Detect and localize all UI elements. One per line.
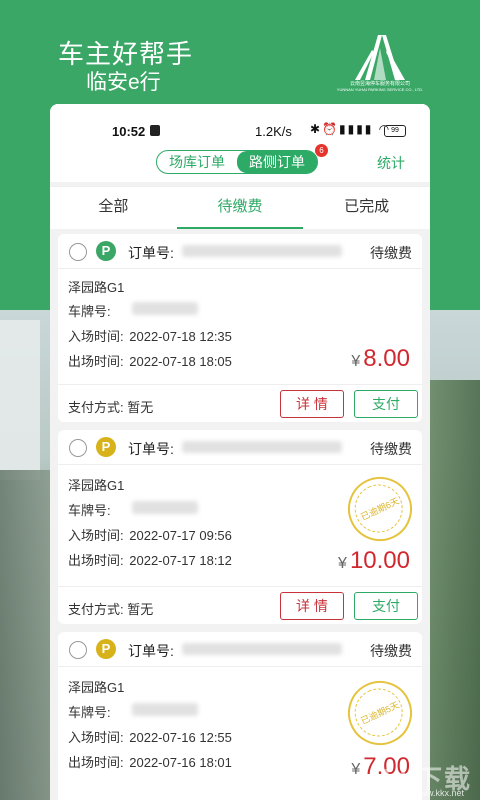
road-name: 泽园路G1 bbox=[68, 680, 125, 695]
entry-time: 2022-07-17 09:56 bbox=[129, 528, 232, 543]
status-time: 10:52 bbox=[112, 124, 146, 139]
order-state: 待缴费 bbox=[370, 643, 412, 659]
network-speed: 1.2K/s bbox=[255, 124, 292, 139]
roadside-badge: 6 bbox=[315, 144, 328, 157]
order-number-label: 订单号: bbox=[128, 245, 174, 261]
battery-icon: 99 bbox=[384, 125, 406, 137]
pay-method-row: 支付方式: 暂无 bbox=[68, 599, 153, 618]
entry-time-row: 入场时间: 2022-07-16 12:55 bbox=[68, 727, 232, 746]
exit-label: 出场时间: bbox=[68, 553, 124, 568]
watermark-url: www.kkx.net bbox=[413, 788, 464, 798]
select-radio[interactable] bbox=[69, 641, 87, 659]
entry-time: 2022-07-18 12:35 bbox=[129, 329, 232, 344]
plate-row: 车牌号: bbox=[68, 702, 111, 721]
order-card: P 订单号: 待缴费 泽园路G1 车牌号: 入场时间: 2022-07-16 1… bbox=[58, 632, 423, 800]
detail-button[interactable]: 详 情 bbox=[280, 390, 344, 418]
entry-time: 2022-07-16 12:55 bbox=[129, 730, 232, 745]
order-state: 待缴费 bbox=[370, 441, 412, 457]
plate-blurred bbox=[132, 703, 198, 716]
phone-screen: 10:52 1.2K/s ✱⏰▮▮▮▮ ◠ 99 场库订单 路侧订单 6 统计 … bbox=[50, 104, 430, 800]
select-radio[interactable] bbox=[69, 243, 87, 261]
currency-symbol: ¥ bbox=[351, 353, 361, 370]
header: 场库订单 路侧订单 6 统计 bbox=[50, 144, 430, 182]
parking-icon: P bbox=[96, 639, 116, 659]
tab-pending[interactable]: 待缴费 bbox=[176, 187, 304, 229]
order-number-label: 订单号: bbox=[128, 643, 174, 659]
background-tree-left bbox=[0, 470, 50, 800]
plate-blurred bbox=[132, 501, 198, 514]
entry-time-row: 入场时间: 2022-07-17 09:56 bbox=[68, 525, 232, 544]
detail-button[interactable]: 详 情 bbox=[280, 592, 344, 620]
road-name: 泽园路G1 bbox=[68, 280, 125, 295]
exit-time-row: 出场时间: 2022-07-18 18:05 bbox=[68, 351, 232, 370]
road-name: 泽园路G1 bbox=[68, 478, 125, 493]
stats-link[interactable]: 统计 bbox=[377, 153, 405, 173]
order-card-footer: 支付方式: 暂无 详 情 支付 bbox=[58, 586, 422, 625]
plate-label: 车牌号: bbox=[68, 304, 111, 319]
entry-label: 入场时间: bbox=[68, 329, 124, 344]
status-bar: 10:52 1.2K/s ✱⏰▮▮▮▮ ◠ 99 bbox=[50, 104, 430, 148]
status-tabs: 全部 待缴费 已完成 bbox=[50, 186, 430, 229]
order-number-blurred bbox=[182, 245, 342, 257]
exit-time: 2022-07-16 18:01 bbox=[129, 755, 232, 770]
select-radio[interactable] bbox=[69, 439, 87, 457]
app-subtitle: 临安e行 bbox=[86, 71, 161, 94]
pay-method-row: 支付方式: 暂无 bbox=[68, 397, 153, 416]
currency-symbol: ¥ bbox=[351, 761, 361, 778]
status-icons: ✱⏰▮▮▮▮ ◠ bbox=[310, 122, 392, 136]
tab-all[interactable]: 全部 bbox=[50, 187, 177, 229]
order-state: 待缴费 bbox=[370, 245, 412, 261]
order-card-header: P 订单号: 待缴费 bbox=[58, 430, 422, 465]
exit-time-row: 出场时间: 2022-07-17 18:12 bbox=[68, 550, 232, 569]
parking-icon: P bbox=[96, 437, 116, 457]
exit-time-row: 出场时间: 2022-07-16 18:01 bbox=[68, 752, 232, 771]
order-number-label: 订单号: bbox=[128, 441, 174, 457]
notification-icon bbox=[150, 125, 160, 136]
plate-label: 车牌号: bbox=[68, 705, 111, 720]
order-card-header: P 订单号: 待缴费 bbox=[58, 234, 422, 269]
overdue-stamp: 已逾期6天 bbox=[337, 466, 423, 552]
amount-value: 10.00 bbox=[349, 547, 410, 574]
pay-method-label: 支付方式: bbox=[68, 602, 124, 617]
background-building bbox=[0, 320, 40, 480]
order-card-footer: 支付方式: 暂无 详 情 支付 bbox=[58, 384, 422, 423]
exit-label: 出场时间: bbox=[68, 354, 124, 369]
tab-completed[interactable]: 已完成 bbox=[303, 187, 430, 229]
pay-button[interactable]: 支付 bbox=[354, 592, 418, 620]
pay-button[interactable]: 支付 bbox=[354, 390, 418, 418]
order-card-header: P 订单号: 待缴费 bbox=[58, 632, 422, 667]
logo-text: 云南昱海停车服务有限公司 bbox=[349, 81, 410, 87]
order-amount: ¥8.00 bbox=[351, 345, 410, 373]
segment-garage-orders[interactable]: 场库订单 bbox=[157, 151, 237, 173]
order-card: P 订单号: 待缴费 泽园路G1 车牌号: 入场时间: 2022-07-18 1… bbox=[58, 234, 422, 422]
segment-roadside-orders[interactable]: 路侧订单 bbox=[237, 151, 317, 173]
order-type-switch: 场库订单 路侧订单 6 bbox=[156, 144, 328, 174]
entry-label: 入场时间: bbox=[68, 730, 124, 745]
overdue-stamp: 已逾期5天 bbox=[337, 670, 423, 756]
logo-text-en: YUNNAN YUHAI PARKING SERVICE CO., LTD. bbox=[336, 87, 424, 92]
pay-method-value: 暂无 bbox=[127, 400, 154, 415]
plate-blurred bbox=[132, 302, 198, 315]
exit-time: 2022-07-18 18:05 bbox=[129, 354, 232, 369]
order-card: P 订单号: 待缴费 泽园路G1 车牌号: 入场时间: 2022-07-17 0… bbox=[58, 430, 423, 625]
pay-method-value: 暂无 bbox=[127, 602, 154, 617]
order-number-blurred bbox=[182, 441, 342, 453]
exit-label: 出场时间: bbox=[68, 755, 124, 770]
plate-label: 车牌号: bbox=[68, 503, 111, 518]
entry-label: 入场时间: bbox=[68, 528, 124, 543]
exit-time: 2022-07-17 18:12 bbox=[129, 553, 232, 568]
entry-time-row: 入场时间: 2022-07-18 12:35 bbox=[68, 326, 232, 345]
currency-symbol: ¥ bbox=[338, 555, 347, 572]
order-amount: ¥10.00 bbox=[338, 547, 410, 575]
amount-value: 8.00 bbox=[363, 345, 410, 372]
order-number-blurred bbox=[182, 643, 342, 655]
pay-method-label: 支付方式: bbox=[68, 400, 124, 415]
plate-row: 车牌号: bbox=[68, 500, 111, 519]
plate-row: 车牌号: bbox=[68, 301, 111, 320]
parking-icon: P bbox=[96, 241, 116, 261]
